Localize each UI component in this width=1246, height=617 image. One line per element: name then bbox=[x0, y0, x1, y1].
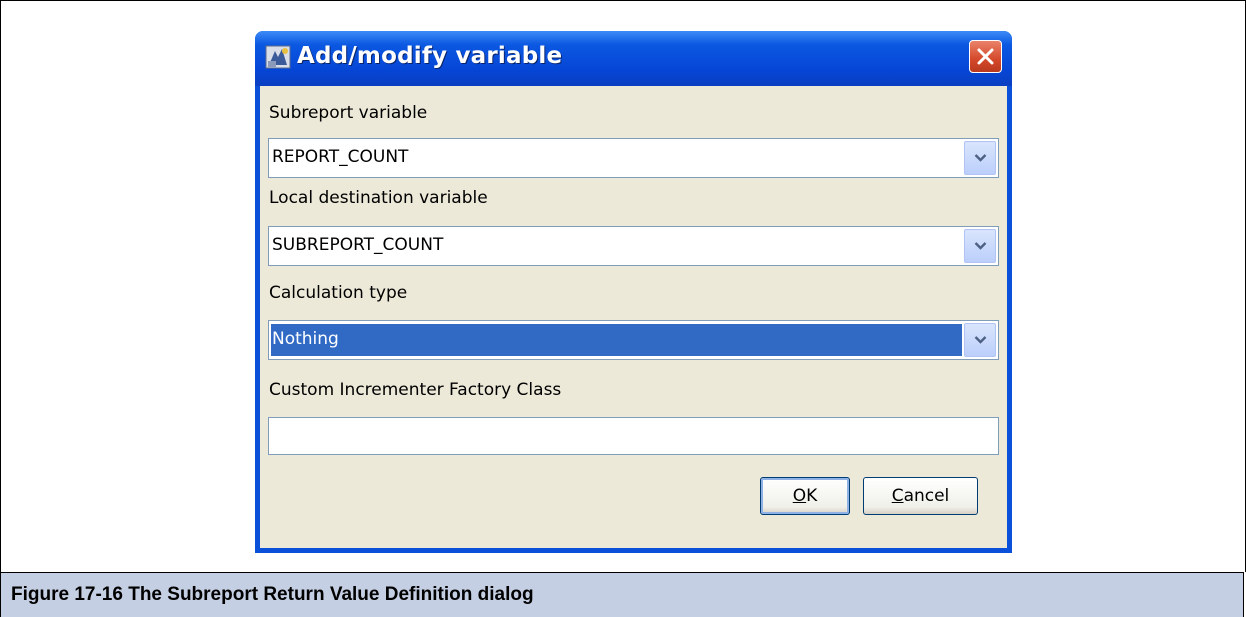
figure-frame: Add/modify variable Subreport variable R… bbox=[0, 0, 1246, 572]
chevron-down-icon bbox=[974, 154, 987, 162]
dialog-body: Subreport variable REPORT_COUNT Local de… bbox=[260, 86, 1007, 548]
selection-highlight bbox=[271, 324, 962, 356]
ok-mnemonic: O bbox=[792, 486, 807, 506]
subreport-variable-label: Subreport variable bbox=[269, 103, 428, 123]
incrementer-factory-input[interactable] bbox=[268, 417, 999, 455]
figure-caption: Figure 17-16 The Subreport Return Value … bbox=[0, 572, 1244, 617]
calculation-type-label: Calculation type bbox=[269, 283, 408, 303]
ok-label-rest: K bbox=[806, 486, 818, 506]
calculation-type-value: Nothing bbox=[272, 329, 339, 349]
close-icon bbox=[977, 48, 994, 65]
cancel-mnemonic: C bbox=[891, 486, 904, 506]
ok-button[interactable]: OK bbox=[760, 477, 850, 515]
local-destination-value: SUBREPORT_COUNT bbox=[272, 235, 444, 255]
add-modify-variable-dialog: Add/modify variable Subreport variable R… bbox=[255, 31, 1012, 553]
incrementer-factory-label: Custom Incrementer Factory Class bbox=[269, 380, 562, 400]
subreport-variable-value: REPORT_COUNT bbox=[272, 147, 409, 167]
app-icon bbox=[265, 43, 293, 71]
dialog-title-bar[interactable]: Add/modify variable bbox=[255, 31, 1012, 86]
cancel-label-rest: ancel bbox=[903, 486, 950, 506]
subreport-variable-dropdown-button[interactable] bbox=[964, 141, 996, 175]
subreport-variable-combo[interactable]: REPORT_COUNT bbox=[268, 138, 999, 178]
local-destination-combo[interactable]: SUBREPORT_COUNT bbox=[268, 226, 999, 266]
close-button[interactable] bbox=[969, 40, 1002, 73]
local-destination-label: Local destination variable bbox=[269, 188, 488, 208]
chevron-down-icon bbox=[974, 242, 987, 250]
calculation-type-combo[interactable]: Nothing bbox=[268, 320, 999, 360]
chevron-down-icon bbox=[974, 336, 987, 344]
calculation-type-dropdown-button[interactable] bbox=[964, 323, 996, 357]
dialog-title: Add/modify variable bbox=[297, 43, 563, 69]
local-destination-dropdown-button[interactable] bbox=[964, 229, 996, 263]
cancel-button[interactable]: Cancel bbox=[863, 477, 978, 515]
